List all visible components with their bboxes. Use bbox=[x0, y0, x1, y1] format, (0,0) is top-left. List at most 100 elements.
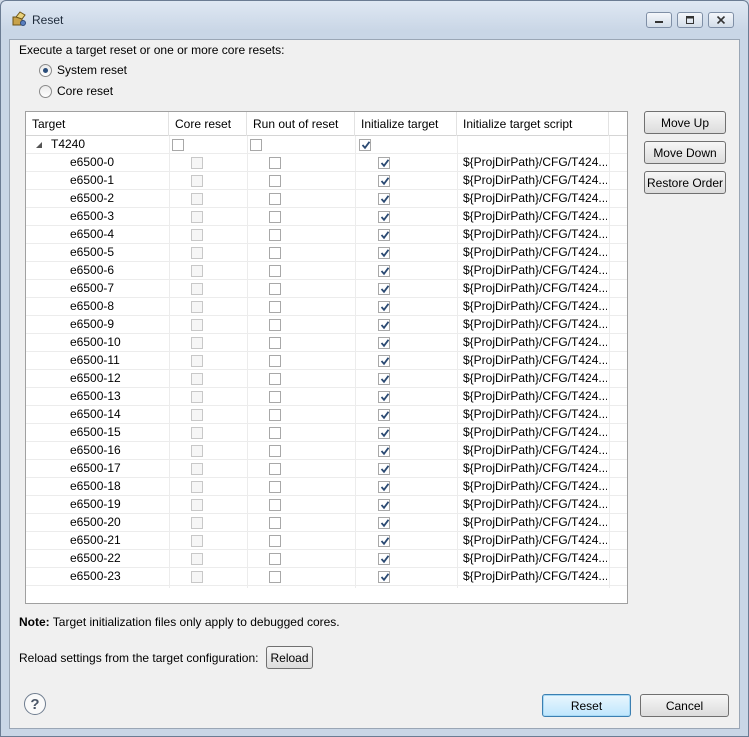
table-row[interactable]: e6500-3 ${ProjDirPath}/CFG/T424... bbox=[26, 208, 627, 226]
init-script-path[interactable]: ${ProjDirPath}/CFG/T424... bbox=[463, 280, 607, 298]
init-script-path[interactable]: ${ProjDirPath}/CFG/T424... bbox=[463, 352, 607, 370]
table-row[interactable]: e6500-5 ${ProjDirPath}/CFG/T424... bbox=[26, 244, 627, 262]
initialize-target-checkbox[interactable] bbox=[378, 193, 390, 205]
initialize-target-checkbox[interactable] bbox=[378, 427, 390, 439]
run-out-of-reset-checkbox[interactable] bbox=[269, 229, 281, 241]
initialize-target-checkbox[interactable] bbox=[378, 157, 390, 169]
initialize-target-checkbox[interactable] bbox=[378, 391, 390, 403]
init-script-path[interactable]: ${ProjDirPath}/CFG/T424... bbox=[463, 388, 607, 406]
core-reset-checkbox[interactable] bbox=[191, 373, 203, 385]
run-out-of-reset-checkbox[interactable] bbox=[269, 391, 281, 403]
initialize-target-checkbox[interactable] bbox=[378, 409, 390, 421]
reset-button[interactable]: Reset bbox=[542, 694, 631, 717]
move-up-button[interactable]: Move Up bbox=[644, 111, 726, 134]
run-out-of-reset-checkbox[interactable] bbox=[269, 319, 281, 331]
init-script-path[interactable]: ${ProjDirPath}/CFG/T424... bbox=[463, 442, 607, 460]
table-row[interactable]: e6500-12 ${ProjDirPath}/CFG/T424... bbox=[26, 370, 627, 388]
init-script-path[interactable]: ${ProjDirPath}/CFG/T424... bbox=[463, 154, 607, 172]
core-reset-checkbox[interactable] bbox=[191, 355, 203, 367]
run-out-of-reset-checkbox[interactable] bbox=[269, 553, 281, 565]
init-script-path[interactable]: ${ProjDirPath}/CFG/T424... bbox=[463, 262, 607, 280]
run-out-of-reset-checkbox[interactable] bbox=[269, 427, 281, 439]
reset-targets-table[interactable]: Target Core reset Run out of reset Initi… bbox=[25, 111, 628, 604]
run-out-of-reset-checkbox[interactable] bbox=[269, 337, 281, 349]
help-icon[interactable]: ? bbox=[24, 693, 46, 715]
initialize-target-checkbox[interactable] bbox=[378, 535, 390, 547]
initialize-target-checkbox[interactable] bbox=[378, 373, 390, 385]
core-reset-checkbox[interactable] bbox=[191, 409, 203, 421]
run-out-of-reset-checkbox[interactable] bbox=[269, 499, 281, 511]
table-row[interactable]: e6500-21 ${ProjDirPath}/CFG/T424... bbox=[26, 532, 627, 550]
init-script-path[interactable]: ${ProjDirPath}/CFG/T424... bbox=[463, 316, 607, 334]
core-reset-radio[interactable] bbox=[39, 84, 52, 98]
initialize-target-checkbox[interactable] bbox=[378, 571, 390, 583]
table-row[interactable]: e6500-1 ${ProjDirPath}/CFG/T424... bbox=[26, 172, 627, 190]
core-reset-checkbox[interactable] bbox=[191, 337, 203, 349]
run-out-of-reset-checkbox[interactable] bbox=[269, 247, 281, 259]
system-reset-option[interactable]: System reset bbox=[39, 63, 127, 77]
move-down-button[interactable]: Move Down bbox=[644, 141, 726, 164]
core-reset-checkbox[interactable] bbox=[191, 283, 203, 295]
table-row[interactable]: e6500-10 ${ProjDirPath}/CFG/T424... bbox=[26, 334, 627, 352]
table-row[interactable]: e6500-22 ${ProjDirPath}/CFG/T424... bbox=[26, 550, 627, 568]
initialize-target-checkbox[interactable] bbox=[378, 481, 390, 493]
init-script-path[interactable]: ${ProjDirPath}/CFG/T424... bbox=[463, 478, 607, 496]
table-row[interactable]: e6500-8 ${ProjDirPath}/CFG/T424... bbox=[26, 298, 627, 316]
core-reset-checkbox[interactable] bbox=[191, 301, 203, 313]
system-reset-radio[interactable] bbox=[39, 63, 52, 77]
core-reset-checkbox[interactable] bbox=[191, 427, 203, 439]
table-row[interactable]: e6500-17 ${ProjDirPath}/CFG/T424... bbox=[26, 460, 627, 478]
column-header-initialize-target-script[interactable]: Initialize target script bbox=[457, 112, 609, 136]
initialize-target-checkbox[interactable] bbox=[378, 283, 390, 295]
run-out-of-reset-checkbox[interactable] bbox=[269, 535, 281, 547]
run-out-of-reset-checkbox[interactable] bbox=[269, 211, 281, 223]
run-out-of-reset-checkbox[interactable] bbox=[269, 481, 281, 493]
run-out-of-reset-checkbox[interactable] bbox=[269, 517, 281, 529]
table-row[interactable]: e6500-16 ${ProjDirPath}/CFG/T424... bbox=[26, 442, 627, 460]
table-row[interactable]: e6500-0 ${ProjDirPath}/CFG/T424... bbox=[26, 154, 627, 172]
initialize-target-checkbox[interactable] bbox=[378, 499, 390, 511]
initialize-target-checkbox[interactable] bbox=[378, 301, 390, 313]
run-out-of-reset-checkbox[interactable] bbox=[269, 301, 281, 313]
table-row[interactable]: e6500-20 ${ProjDirPath}/CFG/T424... bbox=[26, 514, 627, 532]
init-script-path[interactable]: ${ProjDirPath}/CFG/T424... bbox=[463, 496, 607, 514]
table-row[interactable]: e6500-19 ${ProjDirPath}/CFG/T424... bbox=[26, 496, 627, 514]
initialize-target-checkbox[interactable] bbox=[378, 229, 390, 241]
init-script-path[interactable]: ${ProjDirPath}/CFG/T424... bbox=[463, 298, 607, 316]
core-reset-checkbox[interactable] bbox=[172, 139, 184, 151]
init-script-path[interactable]: ${ProjDirPath}/CFG/T424... bbox=[463, 370, 607, 388]
table-row[interactable]: e6500-23 ${ProjDirPath}/CFG/T424... bbox=[26, 568, 627, 586]
init-script-path[interactable]: ${ProjDirPath}/CFG/T424... bbox=[463, 244, 607, 262]
restore-order-button[interactable]: Restore Order bbox=[644, 171, 726, 194]
run-out-of-reset-checkbox[interactable] bbox=[269, 157, 281, 169]
init-script-path[interactable]: ${ProjDirPath}/CFG/T424... bbox=[463, 226, 607, 244]
core-reset-checkbox[interactable] bbox=[191, 157, 203, 169]
core-reset-checkbox[interactable] bbox=[191, 517, 203, 529]
table-row-group[interactable]: T4240 bbox=[26, 136, 627, 154]
core-reset-checkbox[interactable] bbox=[191, 319, 203, 331]
core-reset-checkbox[interactable] bbox=[191, 391, 203, 403]
init-script-path[interactable]: ${ProjDirPath}/CFG/T424... bbox=[463, 424, 607, 442]
init-script-path[interactable]: ${ProjDirPath}/CFG/T424... bbox=[463, 172, 607, 190]
run-out-of-reset-checkbox[interactable] bbox=[269, 193, 281, 205]
table-row[interactable]: e6500-9 ${ProjDirPath}/CFG/T424... bbox=[26, 316, 627, 334]
initialize-target-checkbox[interactable] bbox=[378, 175, 390, 187]
initialize-target-checkbox[interactable] bbox=[378, 211, 390, 223]
table-row[interactable]: e6500-15 ${ProjDirPath}/CFG/T424... bbox=[26, 424, 627, 442]
core-reset-checkbox[interactable] bbox=[191, 499, 203, 511]
run-out-of-reset-checkbox[interactable] bbox=[269, 373, 281, 385]
core-reset-option[interactable]: Core reset bbox=[39, 84, 113, 98]
init-script-path[interactable]: ${ProjDirPath}/CFG/T424... bbox=[463, 460, 607, 478]
init-script-path[interactable]: ${ProjDirPath}/CFG/T424... bbox=[463, 568, 607, 586]
column-header-target[interactable]: Target bbox=[26, 112, 169, 136]
table-row[interactable]: e6500-6 ${ProjDirPath}/CFG/T424... bbox=[26, 262, 627, 280]
run-out-of-reset-checkbox[interactable] bbox=[269, 409, 281, 421]
init-script-path[interactable]: ${ProjDirPath}/CFG/T424... bbox=[463, 190, 607, 208]
close-button[interactable] bbox=[708, 12, 734, 28]
column-header-run-out-of-reset[interactable]: Run out of reset bbox=[247, 112, 355, 136]
initialize-target-checkbox[interactable] bbox=[378, 553, 390, 565]
core-reset-checkbox[interactable] bbox=[191, 553, 203, 565]
init-script-path[interactable]: ${ProjDirPath}/CFG/T424... bbox=[463, 208, 607, 226]
core-reset-checkbox[interactable] bbox=[191, 193, 203, 205]
core-reset-checkbox[interactable] bbox=[191, 463, 203, 475]
